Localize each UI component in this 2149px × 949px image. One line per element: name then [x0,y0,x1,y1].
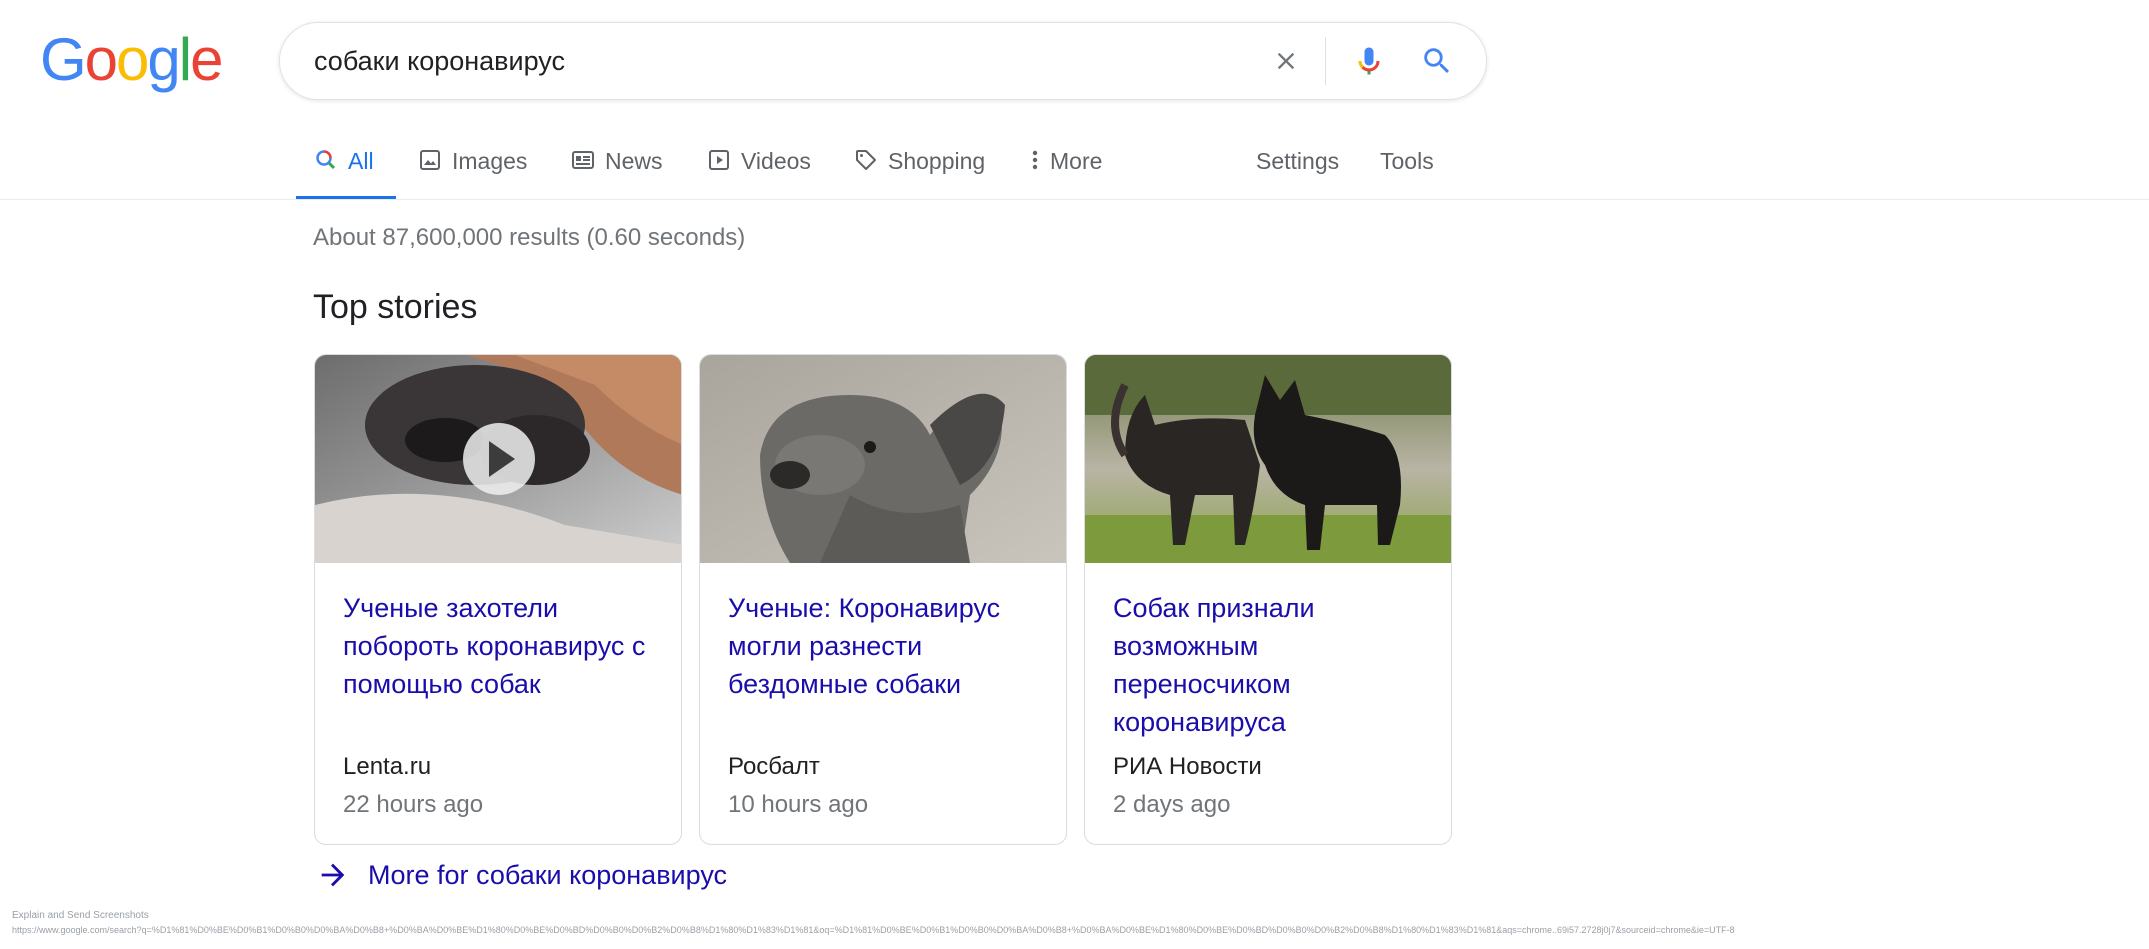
tab-label: More [1050,148,1103,174]
image-icon [418,148,442,172]
tab-all[interactable]: All [296,136,396,200]
logo-letter: g [147,26,180,93]
story-source: Lenta.ru [343,753,432,780]
story-thumbnail [700,355,1066,563]
arrow-right-icon [321,863,345,887]
search-icon [1424,48,1450,74]
microphone-icon [1358,47,1380,75]
tab-label: Images [452,148,528,174]
tab-label: Videos [741,148,811,174]
search-box [279,22,1487,100]
story-source: РИА Новости [1113,753,1262,780]
google-logo[interactable]: Google [40,26,224,93]
search-icon [314,148,338,172]
voice-search-button[interactable] [1345,37,1393,85]
story-card[interactable]: Ученые: Коронавирус могли разнести бездо… [699,354,1067,845]
tab-label: Shopping [888,148,986,174]
close-icon [1277,52,1295,70]
tab-label: All [348,148,374,174]
story-card[interactable]: Собак признали возможным переносчиком ко… [1084,354,1452,845]
logo-letter: o [84,26,118,93]
story-thumbnail [1085,355,1451,563]
top-stories-heading: Top stories [313,288,478,326]
more-vertical-icon [1030,148,1040,172]
logo-letter: G [40,26,87,93]
logo-letter: l [178,26,192,93]
settings-link[interactable]: Settings [1256,136,1339,200]
tools-label: Tools [1380,148,1434,174]
story-thumbnail [315,355,681,563]
tab-more[interactable]: More [1030,136,1102,200]
tabs-divider [0,199,2149,200]
more-stories-link[interactable]: More for собаки коронавирус [316,858,727,892]
more-stories-label: More for собаки коронавирус [368,859,728,890]
search-divider [1325,37,1326,85]
video-icon [707,148,731,172]
tab-shopping[interactable]: Shopping [854,136,985,200]
story-title[interactable]: Ученые: Коронавирус могли разнести бездо… [728,589,1048,703]
story-time: 2 days ago [1113,791,1231,818]
clear-search-button[interactable] [1264,39,1308,83]
logo-letter: e [190,26,223,93]
search-input[interactable] [314,23,1214,99]
result-stats: About 87,600,000 results (0.60 seconds) [313,224,746,251]
tab-news[interactable]: News [571,136,663,200]
story-source: Росбалт [728,753,820,780]
tools-link[interactable]: Tools [1380,136,1434,200]
story-card[interactable]: Ученые захотели побороть коронавирус с п… [314,354,682,845]
tag-icon [854,148,878,172]
tab-videos[interactable]: Videos [707,136,811,200]
search-button[interactable] [1413,37,1461,85]
story-title[interactable]: Ученые захотели побороть коронавирус с п… [343,589,663,703]
story-title[interactable]: Собак признали возможным переносчиком ко… [1113,589,1433,741]
tab-label: News [605,148,663,174]
logo-letter: o [116,26,149,93]
footer-url: https://www.google.com/search?q=%D1%81%D… [12,925,1735,935]
tab-images[interactable]: Images [418,136,527,200]
story-time: 10 hours ago [728,791,869,818]
footer-caption: Explain and Send Screenshots [12,910,149,921]
settings-label: Settings [1256,148,1340,174]
story-time: 22 hours ago [343,791,484,818]
news-icon [571,148,595,172]
